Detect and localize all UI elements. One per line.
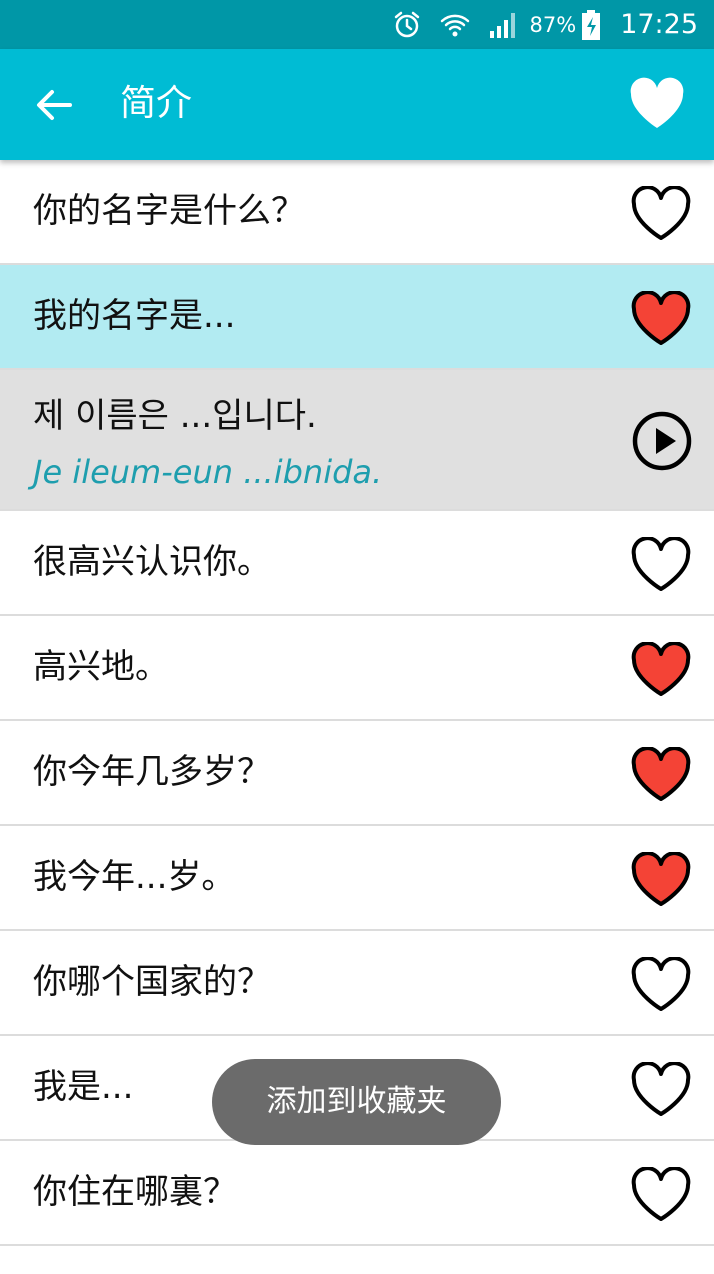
- phrase-text: 我今年...岁。: [33, 857, 236, 897]
- phrase-text: 高兴地。: [33, 647, 169, 687]
- alarm-icon: [390, 8, 424, 42]
- phrase-row[interactable]: 你住在哪裏？: [0, 1141, 714, 1246]
- back-arrow-icon[interactable]: [34, 85, 74, 125]
- phrase-row[interactable]: 你的名字是什么？: [0, 160, 714, 265]
- phrase-text: 你今年几多岁？: [33, 752, 271, 792]
- phrase-row-selected[interactable]: 我的名字是...: [0, 265, 714, 370]
- korean-translation: 제 이름은 ...입니다.: [33, 396, 317, 436]
- heart-outline-icon[interactable]: [630, 1166, 692, 1223]
- battery-percentage: 87%: [529, 12, 577, 37]
- favorites-heart-icon[interactable]: [628, 77, 686, 131]
- romanization-text: Je ileum-eun ...ibnida.: [33, 453, 383, 491]
- heart-filled-icon[interactable]: [630, 851, 692, 908]
- phrase-row[interactable]: 你哪个国家的？: [0, 931, 714, 1036]
- phrase-text: 你哪个国家的？: [33, 962, 271, 1002]
- heart-outline-icon[interactable]: [630, 185, 692, 242]
- play-icon[interactable]: [632, 411, 692, 471]
- heart-outline-icon[interactable]: [630, 1061, 692, 1118]
- phrase-text: 我的名字是...: [33, 296, 236, 336]
- phrase-row[interactable]: 很高兴认识你。: [0, 511, 714, 616]
- app-bar: 简介: [0, 49, 714, 160]
- phrase-text: 你住在哪裏？: [33, 1172, 237, 1212]
- heart-outline-icon[interactable]: [630, 956, 692, 1013]
- heart-filled-icon[interactable]: [630, 290, 692, 347]
- phrase-text: 你的名字是什么？: [33, 191, 305, 231]
- toast-message: 添加到收藏夹: [212, 1059, 501, 1145]
- phrase-row[interactable]: 高兴地。: [0, 616, 714, 721]
- phrase-text: 我是...: [33, 1067, 134, 1107]
- phrase-row[interactable]: 你今年几多岁？: [0, 721, 714, 826]
- page-title: 简介: [120, 83, 193, 124]
- heart-filled-icon[interactable]: [630, 641, 692, 698]
- status-bar: 87% 17:25: [0, 0, 714, 49]
- battery-charging-icon: [580, 8, 602, 42]
- status-time: 17:25: [620, 9, 698, 40]
- phrase-row[interactable]: 我今年...岁。: [0, 826, 714, 931]
- signal-icon: [486, 8, 520, 42]
- wifi-icon: [438, 8, 472, 42]
- heart-filled-icon[interactable]: [630, 746, 692, 803]
- translation-row: 제 이름은 ...입니다. Je ileum-eun ...ibnida.: [0, 370, 714, 511]
- phrase-text: 很高兴认识你。: [33, 542, 271, 582]
- heart-outline-icon[interactable]: [630, 536, 692, 593]
